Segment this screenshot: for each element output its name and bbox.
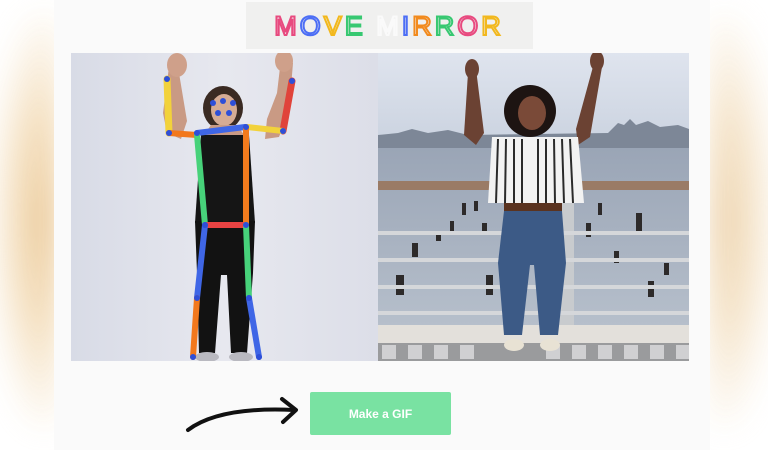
move-mirror-logo: MOVE MIRROR (273, 10, 504, 42)
user-pose-illustration (71, 53, 378, 361)
hand-drawn-arrow-icon (186, 397, 298, 432)
user-pose-photo (71, 53, 378, 361)
left-glow-decoration (0, 10, 60, 430)
make-gif-button[interactable]: Make a GIF (310, 392, 451, 435)
matched-pose-photo (378, 53, 689, 361)
right-glow-decoration (708, 10, 768, 430)
logo-title: MOVE MIRROR (274, 11, 504, 41)
matched-pose-illustration (378, 53, 689, 361)
move-mirror-page: MOVE MIRROR Make a GIF (0, 0, 768, 450)
